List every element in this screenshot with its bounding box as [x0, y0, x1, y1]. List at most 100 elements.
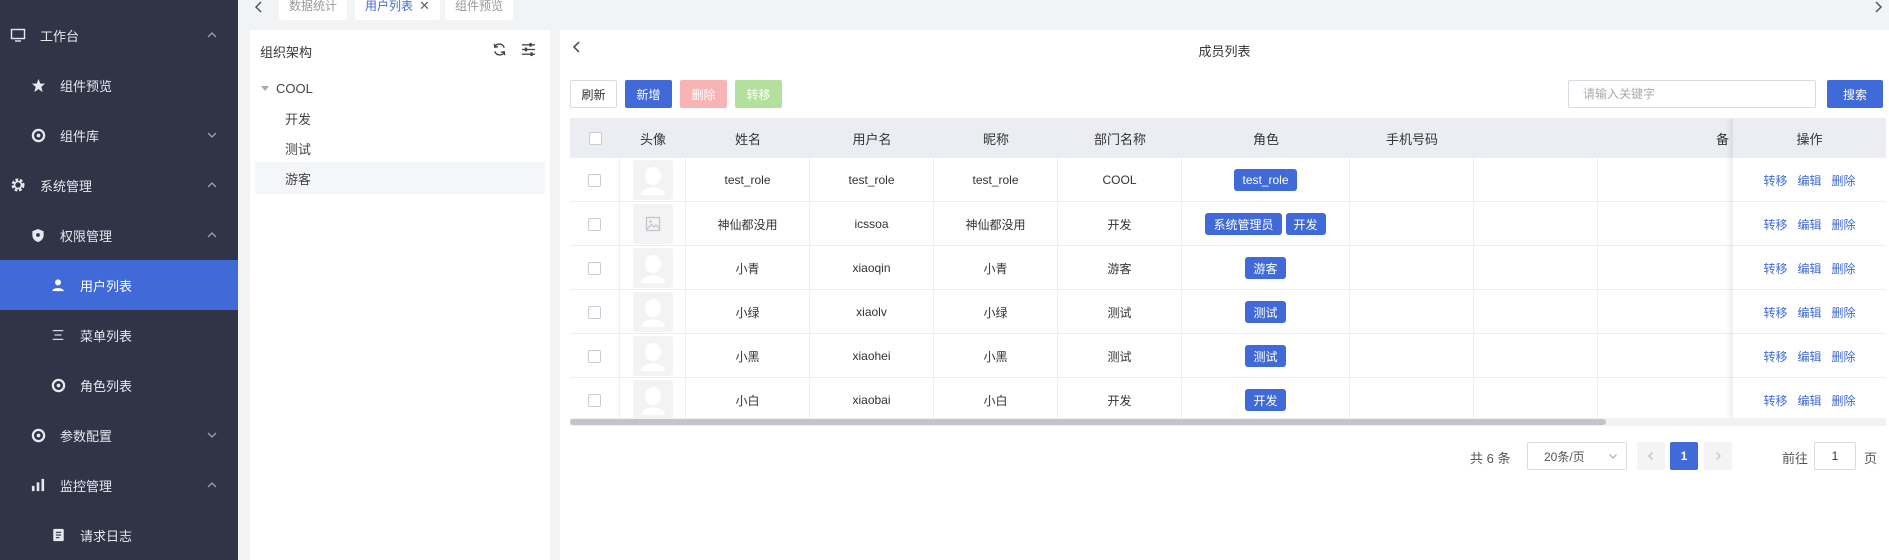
table-row[interactable]: test_role test_role test_role COOL test_role — [570, 158, 1886, 202]
ops-cell: 转移 编辑 删除 — [1733, 378, 1886, 418]
sidebar-item-system-management[interactable]: 系统管理 — [0, 160, 238, 210]
add-button[interactable]: 新增 — [625, 80, 672, 108]
table-row[interactable]: 神仙都没用 icssoa 神仙都没用 开发 系统管理员 开发 — [570, 202, 1886, 246]
edit-link[interactable]: 编辑 — [1797, 216, 1821, 233]
chevron-right-icon — [1716, 452, 1721, 460]
ops-row: 转移 编辑 删除 — [1733, 202, 1886, 246]
delete-link[interactable]: 删除 — [1832, 348, 1856, 365]
page-size-select[interactable]: 20条/页 — [1527, 442, 1627, 470]
edit-link[interactable]: 编辑 — [1797, 348, 1821, 365]
tree-node-dev[interactable]: 开发 — [255, 102, 545, 134]
delete-link[interactable]: 删除 — [1832, 304, 1856, 321]
sidebar-item-label: 请求日志 — [80, 528, 133, 544]
cell-name: 小青 — [686, 246, 810, 290]
member-table: 头像 姓名 用户名 昵称 部门名称 角色 手机号码 备 test_role tes… — [570, 118, 1886, 418]
table-row[interactable]: 小绿 xiaolv 小绿 测试 测试 — [570, 290, 1886, 334]
ops-row: 转移 编辑 删除 — [1733, 290, 1886, 334]
row-checkbox[interactable] — [588, 305, 601, 319]
cell-roles: test_role — [1182, 158, 1350, 202]
goto-page-input[interactable] — [1814, 442, 1856, 470]
avatar-cell — [620, 202, 686, 246]
sidebar-item-label: 角色列表 — [80, 378, 133, 394]
search-button[interactable]: 搜索 — [1827, 80, 1883, 108]
sidebar-item-request-log[interactable]: 请求日志 — [0, 510, 238, 560]
sidebar-item-monitor-management[interactable]: 监控管理 — [0, 460, 238, 510]
select-all-checkbox[interactable] — [588, 131, 602, 145]
refresh-button[interactable]: 刷新 — [570, 80, 617, 108]
table-row[interactable]: 小黑 xiaohei 小黑 测试 测试 — [570, 334, 1886, 378]
table-row[interactable]: 小青 xiaoqin 小青 游客 游客 — [570, 246, 1886, 290]
cell-roles: 测试 — [1182, 290, 1350, 334]
delete-button[interactable]: 删除 — [680, 80, 727, 108]
avatar — [632, 160, 673, 200]
prev-page-button[interactable] — [1637, 442, 1665, 470]
delete-link[interactable]: 删除 — [1832, 172, 1856, 189]
row-checkbox[interactable] — [588, 217, 601, 231]
cell-username: xiaoqin — [810, 246, 934, 290]
tab-component-preview[interactable]: 组件预览 — [445, 0, 514, 20]
log-icon — [50, 527, 66, 543]
sidebar-item-label: 用户列表 — [80, 278, 133, 294]
sidebar-item-role-list[interactable]: 角色列表 — [0, 360, 238, 410]
search-input[interactable] — [1568, 80, 1816, 108]
sidebar-item-menu-list[interactable]: 菜单列表 — [0, 310, 238, 360]
cell-remark — [1474, 334, 1598, 378]
next-page-button[interactable] — [1704, 442, 1732, 470]
sidebar-item-component-preview[interactable]: 组件预览 — [0, 60, 238, 110]
page-number-button[interactable]: 1 — [1670, 442, 1698, 470]
sidebar-item-user-list[interactable]: 用户列表 — [0, 260, 238, 310]
caret-down-icon[interactable] — [260, 83, 270, 93]
ops-cell: 转移 编辑 删除 — [1733, 202, 1886, 246]
tree-node-guest[interactable]: 游客 — [255, 162, 545, 194]
delete-link[interactable]: 删除 — [1832, 260, 1856, 277]
edit-link[interactable]: 编辑 — [1797, 172, 1821, 189]
move-link[interactable]: 转移 — [1763, 304, 1787, 321]
scrollbar-thumb[interactable] — [570, 419, 1606, 425]
delete-link[interactable]: 删除 — [1832, 392, 1856, 409]
row-checkbox[interactable] — [588, 173, 601, 187]
ops-row: 转移 编辑 删除 — [1733, 334, 1886, 378]
move-link[interactable]: 转移 — [1763, 172, 1787, 189]
ops-row: 转移 编辑 删除 — [1733, 158, 1886, 202]
edit-link[interactable]: 编辑 — [1797, 260, 1821, 277]
refresh-icon[interactable] — [492, 42, 507, 57]
move-button[interactable]: 转移 — [735, 80, 782, 108]
org-header: 组织架构 — [250, 30, 550, 72]
table-row[interactable]: 小白 xiaobai 小白 开发 开发 — [570, 378, 1886, 418]
row-checkbox[interactable] — [588, 393, 601, 407]
th-name: 姓名 — [734, 131, 761, 147]
row-checkbox[interactable] — [588, 349, 601, 363]
delete-link[interactable]: 删除 — [1832, 216, 1856, 233]
tab-data-statistics[interactable]: 数据统计 — [279, 0, 348, 20]
tree-node-test[interactable]: 测试 — [255, 132, 545, 164]
move-link[interactable]: 转移 — [1763, 260, 1787, 277]
tree-node-label: 游客 — [285, 171, 312, 187]
ops-cell: 转移 编辑 删除 — [1733, 334, 1886, 378]
move-link[interactable]: 转移 — [1763, 216, 1787, 233]
page-title: 成员列表 — [1198, 44, 1251, 59]
sidebar-item-label: 组件预览 — [60, 78, 113, 94]
tree-node-label: COOL — [276, 80, 313, 96]
move-link[interactable]: 转移 — [1763, 392, 1787, 409]
horizontal-scrollbar[interactable] — [570, 418, 1886, 426]
tab-user-list[interactable]: 用户列表 ✕ — [355, 0, 440, 20]
tree-node-root[interactable]: COOL — [255, 72, 545, 104]
close-icon[interactable]: ✕ — [419, 0, 430, 12]
filter-settings-icon[interactable] — [521, 42, 536, 57]
sidebar-item-workbench[interactable]: 工作台 — [0, 10, 238, 60]
edit-link[interactable]: 编辑 — [1797, 392, 1821, 409]
cell-phone — [1350, 290, 1474, 334]
sidebar-item-parameter-config[interactable]: 参数配置 — [0, 410, 238, 460]
move-link[interactable]: 转移 — [1763, 348, 1787, 365]
th-role: 角色 — [1252, 131, 1279, 147]
chevron-left-icon[interactable] — [252, 0, 266, 16]
role-tag: 开发 — [1245, 389, 1286, 411]
pagination-total: 共 6 条 — [1470, 451, 1511, 466]
edit-link[interactable]: 编辑 — [1797, 304, 1821, 321]
sidebar-item-permission-management[interactable]: 权限管理 — [0, 210, 238, 260]
row-checkbox[interactable] — [588, 261, 601, 275]
sidebar-item-component-library[interactable]: 组件库 — [0, 110, 238, 160]
bar-chart-icon — [30, 477, 46, 493]
cell-dept: 游客 — [1058, 246, 1182, 290]
chevron-right-icon[interactable] — [1871, 0, 1885, 16]
